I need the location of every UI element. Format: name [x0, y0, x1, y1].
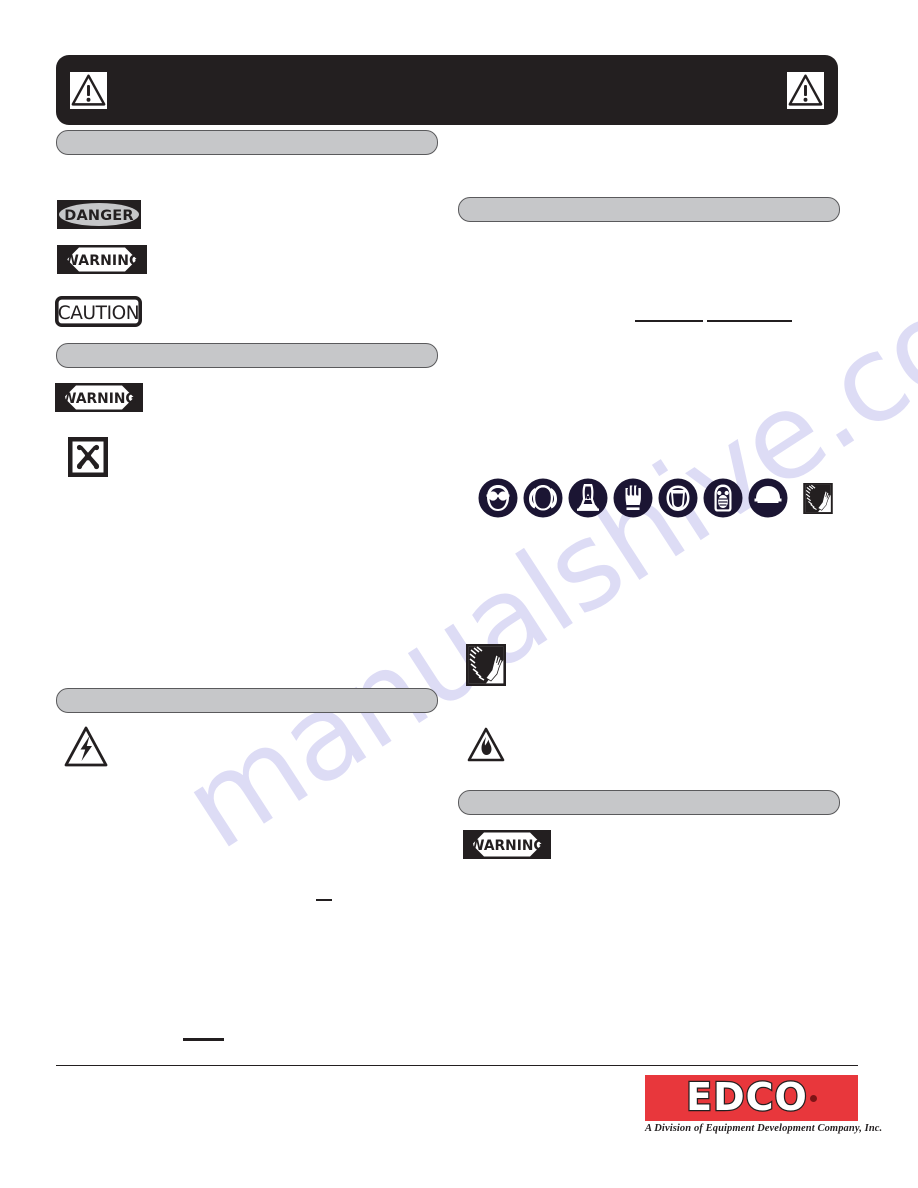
watermark: manualshive.com: [120, 208, 918, 875]
edco-logo: EDCO A Division of Equipment Development…: [645, 1075, 883, 1134]
edco-logo-tagline: A Division of Equipment Development Comp…: [645, 1123, 883, 1134]
section-heading-bar: [56, 343, 438, 368]
flammable-triangle-icon: [466, 726, 506, 764]
text-underline-rule: [183, 1038, 224, 1041]
text-underline-rule: [707, 320, 792, 322]
danger-label: DANGER: [57, 200, 141, 229]
warning-triangle-icon: [70, 72, 107, 109]
hand-in-gears-hazard-icon: [803, 482, 833, 519]
respirator-mask-icon: [703, 478, 743, 523]
edco-logo-wordmark: EDCO: [685, 1075, 808, 1119]
registered-mark-dot: [809, 1094, 817, 1102]
section-heading-bar: [458, 790, 840, 815]
face-shield-icon: [658, 478, 698, 523]
watermark-text: manualshive.com: [160, 208, 918, 876]
text-underline-rule: [316, 899, 332, 901]
footer-divider: [56, 1065, 858, 1066]
safety-header-banner: [56, 55, 838, 125]
hand-in-gears-hazard-icon: [466, 644, 506, 686]
svg-text:WARNING: WARNING: [63, 253, 140, 269]
crossed-tools-prohibition-icon: [68, 437, 108, 477]
manual-page: manualshive.com DANGER WARNING CAUTION W…: [0, 0, 918, 1188]
svg-text:WARNING: WARNING: [61, 391, 136, 407]
section-heading-bar: [458, 197, 840, 222]
edco-logo-plate: EDCO: [645, 1075, 858, 1121]
svg-text:DANGER: DANGER: [64, 208, 134, 224]
svg-text:CAUTION: CAUTION: [58, 303, 139, 324]
warning-label: WARNING: [55, 383, 143, 412]
ppe-icon-row: [478, 478, 833, 523]
ear-protection-icon: [523, 478, 563, 523]
svg-text:WARNING: WARNING: [469, 838, 544, 854]
section-heading-bar: [56, 130, 438, 155]
safety-boots-icon: [568, 478, 608, 523]
hard-hat-icon: [748, 478, 788, 523]
text-underline-rule: [635, 320, 703, 322]
warning-triangle-icon: [787, 72, 824, 109]
safety-glasses-icon: [478, 478, 518, 523]
section-heading-bar: [56, 688, 438, 713]
safety-gloves-icon: [613, 478, 653, 523]
warning-label: WARNING: [57, 245, 147, 274]
caution-label: CAUTION: [55, 296, 142, 327]
electric-shock-triangle-icon: [63, 725, 109, 769]
warning-label: WARNING: [463, 830, 551, 859]
